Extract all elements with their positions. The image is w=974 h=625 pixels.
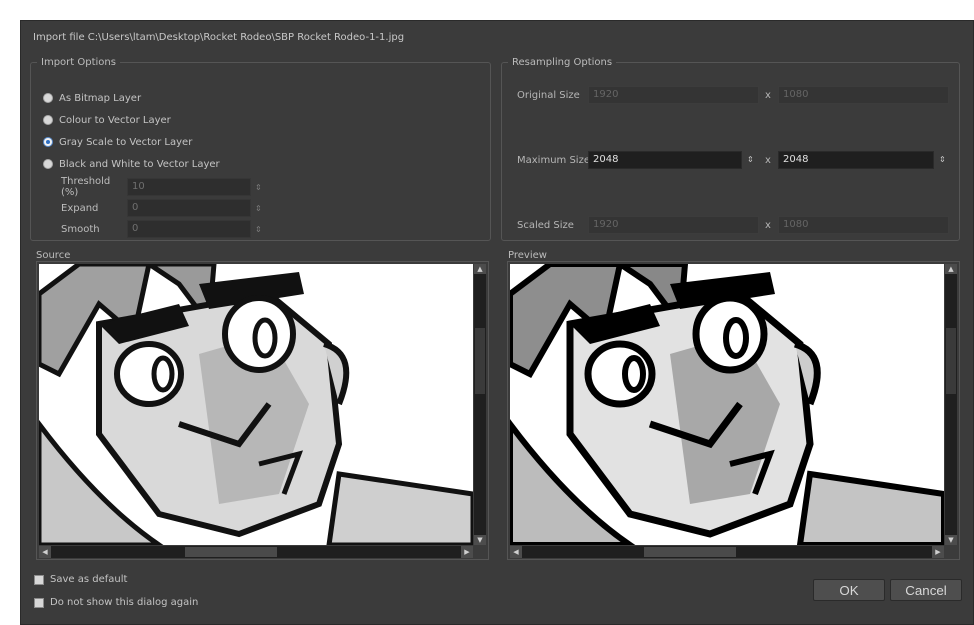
checkbox-box[interactable] [34, 597, 44, 608]
scrollbar-thumb[interactable] [644, 547, 736, 557]
source-image-view[interactable] [39, 264, 473, 545]
original-size-label: Original Size [517, 90, 580, 101]
dialog-title: Import file C:\Users\ltam\Desktop\Rocket… [33, 32, 405, 43]
preview-horizontal-scrollbar[interactable]: ◀ ▶ [510, 546, 944, 558]
smooth-label: Smooth [61, 223, 100, 235]
radio-label: Colour to Vector Layer [59, 114, 171, 126]
checkbox-label: Save as default [50, 574, 128, 585]
source-panel: ▲ ▼ ◀ ▶ [36, 261, 489, 560]
scaled-width-field: 1920 [588, 216, 759, 234]
threshold-label: Threshold (%) [61, 176, 111, 198]
times-separator: x [765, 90, 771, 101]
source-label: Source [36, 250, 71, 261]
scroll-right-icon[interactable]: ▶ [932, 546, 944, 558]
spinner-arrows-icon[interactable]: ⇕ [747, 155, 754, 164]
radio-label: Black and White to Vector Layer [59, 158, 220, 170]
checkbox-box[interactable] [34, 574, 44, 585]
expand-input[interactable]: 0 [127, 199, 251, 217]
radio-button-selected[interactable] [43, 137, 53, 147]
radio-gray-scale-to-vector[interactable]: Gray Scale to Vector Layer [43, 134, 192, 150]
do-not-show-again-checkbox[interactable]: Do not show this dialog again [34, 597, 198, 608]
maximum-size-label: Maximum Size [517, 155, 590, 166]
scaled-size-label: Scaled Size [517, 220, 574, 231]
import-options-legend: Import Options [41, 57, 116, 68]
scrollbar-thumb[interactable] [475, 328, 485, 394]
scroll-down-icon[interactable]: ▼ [474, 535, 486, 545]
radio-as-bitmap[interactable]: As Bitmap Layer [43, 90, 141, 106]
scroll-down-icon[interactable]: ▼ [945, 535, 957, 545]
radio-label: Gray Scale to Vector Layer [59, 136, 193, 148]
radio-black-white-to-vector[interactable]: Black and White to Vector Layer [43, 156, 220, 172]
import-options-group: Import Options As Bitmap Layer Colour to… [30, 57, 491, 241]
threshold-row: Threshold (%) 10 ⇕ [61, 176, 262, 198]
smooth-input[interactable]: 0 [127, 220, 251, 238]
scroll-right-icon[interactable]: ▶ [461, 546, 473, 558]
radio-button[interactable] [43, 93, 53, 103]
save-as-default-checkbox[interactable]: Save as default [34, 574, 127, 585]
source-vertical-scrollbar[interactable]: ▲ ▼ [474, 264, 486, 545]
ok-button[interactable]: OK [813, 579, 885, 601]
times-separator: x [765, 155, 771, 166]
radio-label: As Bitmap Layer [59, 92, 142, 104]
original-width-field: 1920 [588, 86, 759, 104]
preview-vertical-scrollbar[interactable]: ▲ ▼ [945, 264, 957, 545]
source-horizontal-scrollbar[interactable]: ◀ ▶ [39, 546, 473, 558]
cancel-button[interactable]: Cancel [890, 579, 962, 601]
expand-label: Expand [61, 202, 99, 214]
scroll-left-icon[interactable]: ◀ [39, 546, 51, 558]
scroll-up-icon[interactable]: ▲ [945, 264, 957, 274]
original-height-field: 1080 [778, 86, 949, 104]
threshold-input[interactable]: 10 [127, 178, 251, 196]
resampling-options-group: Resampling Options Original Size 1920 x … [501, 57, 960, 241]
spinner-arrows-icon[interactable]: ⇕ [255, 183, 262, 192]
preview-panel: ▲ ▼ ◀ ▶ [507, 261, 960, 560]
preview-image-view[interactable] [510, 264, 944, 545]
spinner-arrows-icon[interactable]: ⇕ [255, 204, 262, 213]
source-image [39, 264, 473, 545]
scaled-height-field: 1080 [778, 216, 949, 234]
expand-row: Expand 0 ⇕ [61, 199, 262, 217]
smooth-row: Smooth 0 ⇕ [61, 220, 262, 238]
maximum-height-input[interactable]: 2048 [778, 151, 934, 169]
radio-button[interactable] [43, 115, 53, 125]
maximum-width-input[interactable]: 2048 [588, 151, 742, 169]
times-separator: x [765, 220, 771, 231]
radio-button[interactable] [43, 159, 53, 169]
preview-label: Preview [508, 250, 547, 261]
checkbox-label: Do not show this dialog again [50, 597, 199, 608]
scroll-left-icon[interactable]: ◀ [510, 546, 522, 558]
preview-image [510, 264, 944, 545]
spinner-arrows-icon[interactable]: ⇕ [939, 155, 946, 164]
import-image-dialog: Import file C:\Users\ltam\Desktop\Rocket… [20, 20, 974, 625]
radio-colour-to-vector[interactable]: Colour to Vector Layer [43, 112, 171, 128]
spinner-arrows-icon[interactable]: ⇕ [255, 225, 262, 234]
resampling-options-legend: Resampling Options [512, 57, 613, 68]
scrollbar-thumb[interactable] [946, 328, 956, 394]
scroll-up-icon[interactable]: ▲ [474, 264, 486, 274]
scrollbar-thumb[interactable] [185, 547, 277, 557]
